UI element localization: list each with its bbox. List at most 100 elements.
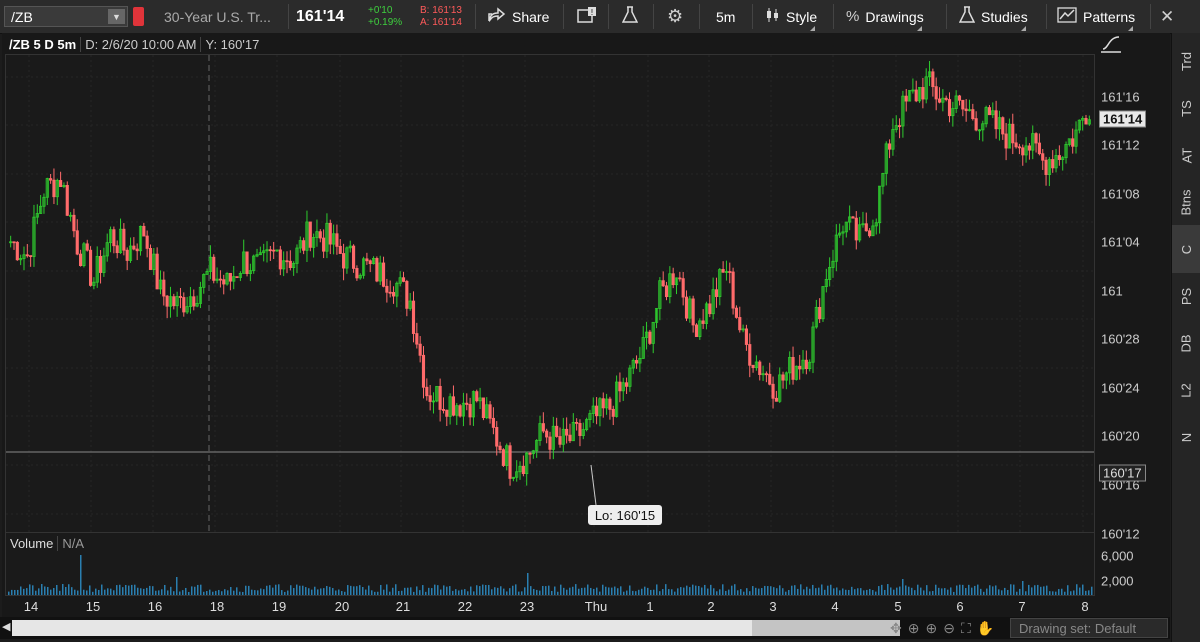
volume-bar xyxy=(878,586,880,595)
corner-indicator xyxy=(1020,26,1026,31)
side-tab-l2[interactable]: L2 xyxy=(1172,366,1200,414)
volume-bar xyxy=(365,589,367,595)
side-tab-n[interactable]: N xyxy=(1172,413,1200,461)
volume-bar xyxy=(152,586,154,595)
divider xyxy=(608,4,609,29)
side-tab-at[interactable]: AT xyxy=(1172,131,1200,179)
volume-bar xyxy=(782,588,784,595)
share-label: Share xyxy=(512,8,550,25)
style-button[interactable]: Style xyxy=(766,0,817,33)
volume-bar xyxy=(938,587,940,595)
candle-body xyxy=(411,300,416,334)
link-color-icon[interactable] xyxy=(133,7,144,26)
candle-body xyxy=(475,391,479,402)
volume-bar xyxy=(446,586,448,595)
candle-body xyxy=(79,253,83,267)
zoom-in-icon[interactable]: ⊕ xyxy=(925,620,937,637)
volume-bar xyxy=(1025,591,1027,595)
drawing-set-select[interactable]: Drawing set: Default xyxy=(1010,618,1168,638)
corner-indicator xyxy=(1128,26,1134,31)
candle-body xyxy=(441,409,446,411)
volume-bar xyxy=(1070,591,1072,595)
volume-bar xyxy=(902,579,904,595)
flask-icon xyxy=(958,5,976,28)
time-axis[interactable]: 14 15 16 18 19 20 21 22 23 Thu 1 2 3 4 5 6 7 8 xyxy=(5,596,1095,618)
drawings-button[interactable]: % Drawings xyxy=(846,0,924,33)
flask-icon xyxy=(621,5,639,28)
volume-bar xyxy=(770,586,772,595)
fit-icon[interactable]: ⛶ xyxy=(961,620,971,637)
volume-bar xyxy=(41,584,43,595)
crosshair-icon[interactable]: ⊕ xyxy=(908,620,920,637)
candle-body xyxy=(957,95,962,101)
side-tab-ps[interactable]: PS xyxy=(1172,272,1200,320)
volume-bar xyxy=(476,585,478,595)
share-button[interactable]: Share xyxy=(488,0,549,33)
low-annotation: Lo: 160'15 xyxy=(588,505,662,525)
drawing-tool-icon[interactable] xyxy=(1100,34,1122,54)
candle-body xyxy=(708,303,712,315)
volume-bar xyxy=(227,590,229,595)
scroll-thumb[interactable] xyxy=(752,620,900,636)
timeframe-button[interactable]: 5m xyxy=(716,0,735,33)
volume-bar xyxy=(461,589,463,595)
side-tab-c[interactable]: C xyxy=(1172,225,1200,273)
volume-bar xyxy=(1007,589,1009,595)
side-tab-btns[interactable]: Btns xyxy=(1172,178,1200,226)
flask-button[interactable] xyxy=(621,0,639,33)
candle-body xyxy=(65,185,69,216)
volume-bar xyxy=(971,587,973,595)
price-axis[interactable]: 161'16 161'12 161'08 161'04 161 160'28 160'24 1… xyxy=(1097,54,1170,560)
volume-bar xyxy=(500,586,502,595)
candle-body xyxy=(438,385,442,410)
volume-bar xyxy=(392,587,394,595)
candle-body xyxy=(285,260,289,263)
time-tick-label: 23 xyxy=(519,599,535,614)
volume-bar xyxy=(143,588,145,595)
candle-body xyxy=(1014,142,1018,148)
scroll-left-icon[interactable]: ◀ xyxy=(2,620,10,633)
volume-bar xyxy=(656,584,658,595)
settings-button[interactable]: ⚙ xyxy=(667,0,683,33)
price-plot[interactable]: Lo: 160'15 xyxy=(5,54,1095,560)
volume-bar xyxy=(740,589,742,595)
chart-symbol[interactable]: /ZB 5 D 5m xyxy=(5,37,80,52)
candle-body xyxy=(748,344,752,366)
scroll-track[interactable] xyxy=(12,620,900,636)
drawing-set-label: Drawing set: Default xyxy=(1019,620,1137,636)
candle-body xyxy=(89,249,93,286)
volume-plot[interactable]: Volume N/A xyxy=(5,532,1095,596)
side-tab-db[interactable]: DB xyxy=(1172,319,1200,367)
close-button[interactable]: ✕ xyxy=(1160,0,1174,33)
volume-bar xyxy=(308,588,310,595)
side-tab-ts[interactable]: TS xyxy=(1172,84,1200,132)
patterns-button[interactable]: Patterns xyxy=(1057,0,1135,33)
candle-body xyxy=(678,277,682,280)
pan-icon[interactable]: ✋ xyxy=(977,620,994,637)
candle-body xyxy=(974,118,978,131)
volume-bar xyxy=(209,589,211,595)
side-tab-trd[interactable]: Trd xyxy=(1172,37,1200,85)
time-scrollbar[interactable]: ◀ ✥ ⊕ ⊕ ⊖ ⛶ ✋ Drawing set: Default xyxy=(0,617,1170,639)
price-chart-svg[interactable]: Lo: 160'15 xyxy=(6,55,1094,559)
zoom-out-icon[interactable]: ⊖ xyxy=(943,620,955,637)
candle-body xyxy=(961,99,965,110)
candle-body xyxy=(744,328,748,345)
time-tick-label: 3 xyxy=(769,599,777,614)
volume-bar xyxy=(380,584,382,595)
volume-bar xyxy=(506,591,508,595)
candle-body xyxy=(115,245,119,254)
volume-bar xyxy=(527,573,529,595)
side-tabs: Trd TS AT Btns C PS DB L2 N xyxy=(1171,33,1200,642)
volume-bar xyxy=(815,588,817,595)
crosshair-icon[interactable]: ✥ xyxy=(890,620,902,637)
notes-button[interactable]: ! xyxy=(577,0,597,33)
studies-button[interactable]: Studies xyxy=(958,0,1028,33)
symbol-input[interactable]: /ZB ▼ xyxy=(4,6,128,27)
volume-bar xyxy=(107,588,109,595)
volume-bar xyxy=(824,589,826,595)
divider xyxy=(288,4,289,29)
chevron-down-icon[interactable]: ▼ xyxy=(108,9,125,24)
time-tick-label: 8 xyxy=(1081,599,1089,614)
volume-bar xyxy=(8,591,10,595)
